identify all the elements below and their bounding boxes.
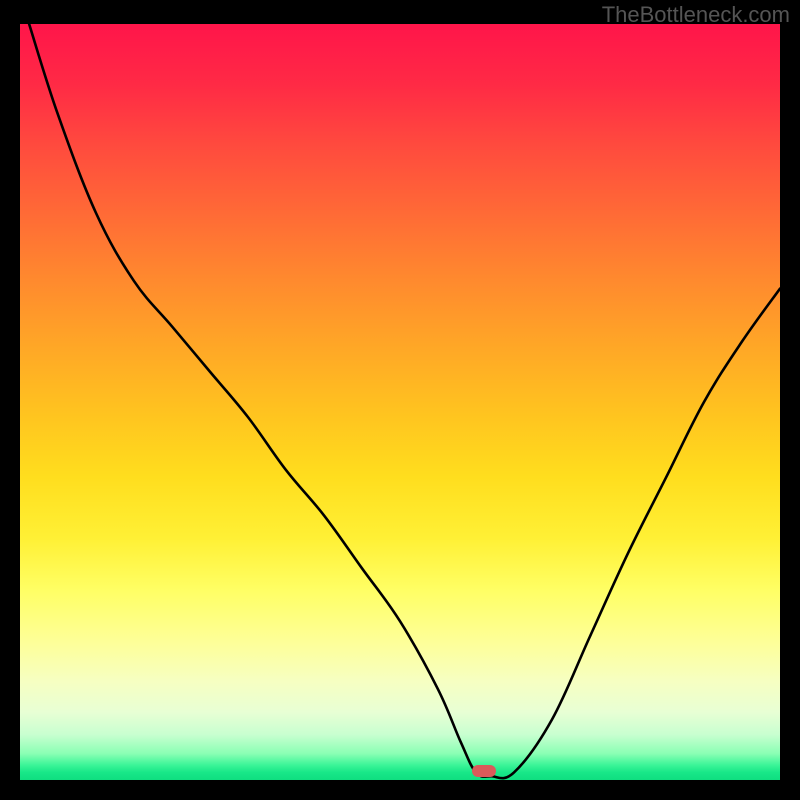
watermark-text: TheBottleneck.com [602, 2, 790, 28]
chart-area [20, 24, 780, 780]
bottleneck-curve [20, 24, 780, 780]
optimal-marker [472, 765, 496, 777]
